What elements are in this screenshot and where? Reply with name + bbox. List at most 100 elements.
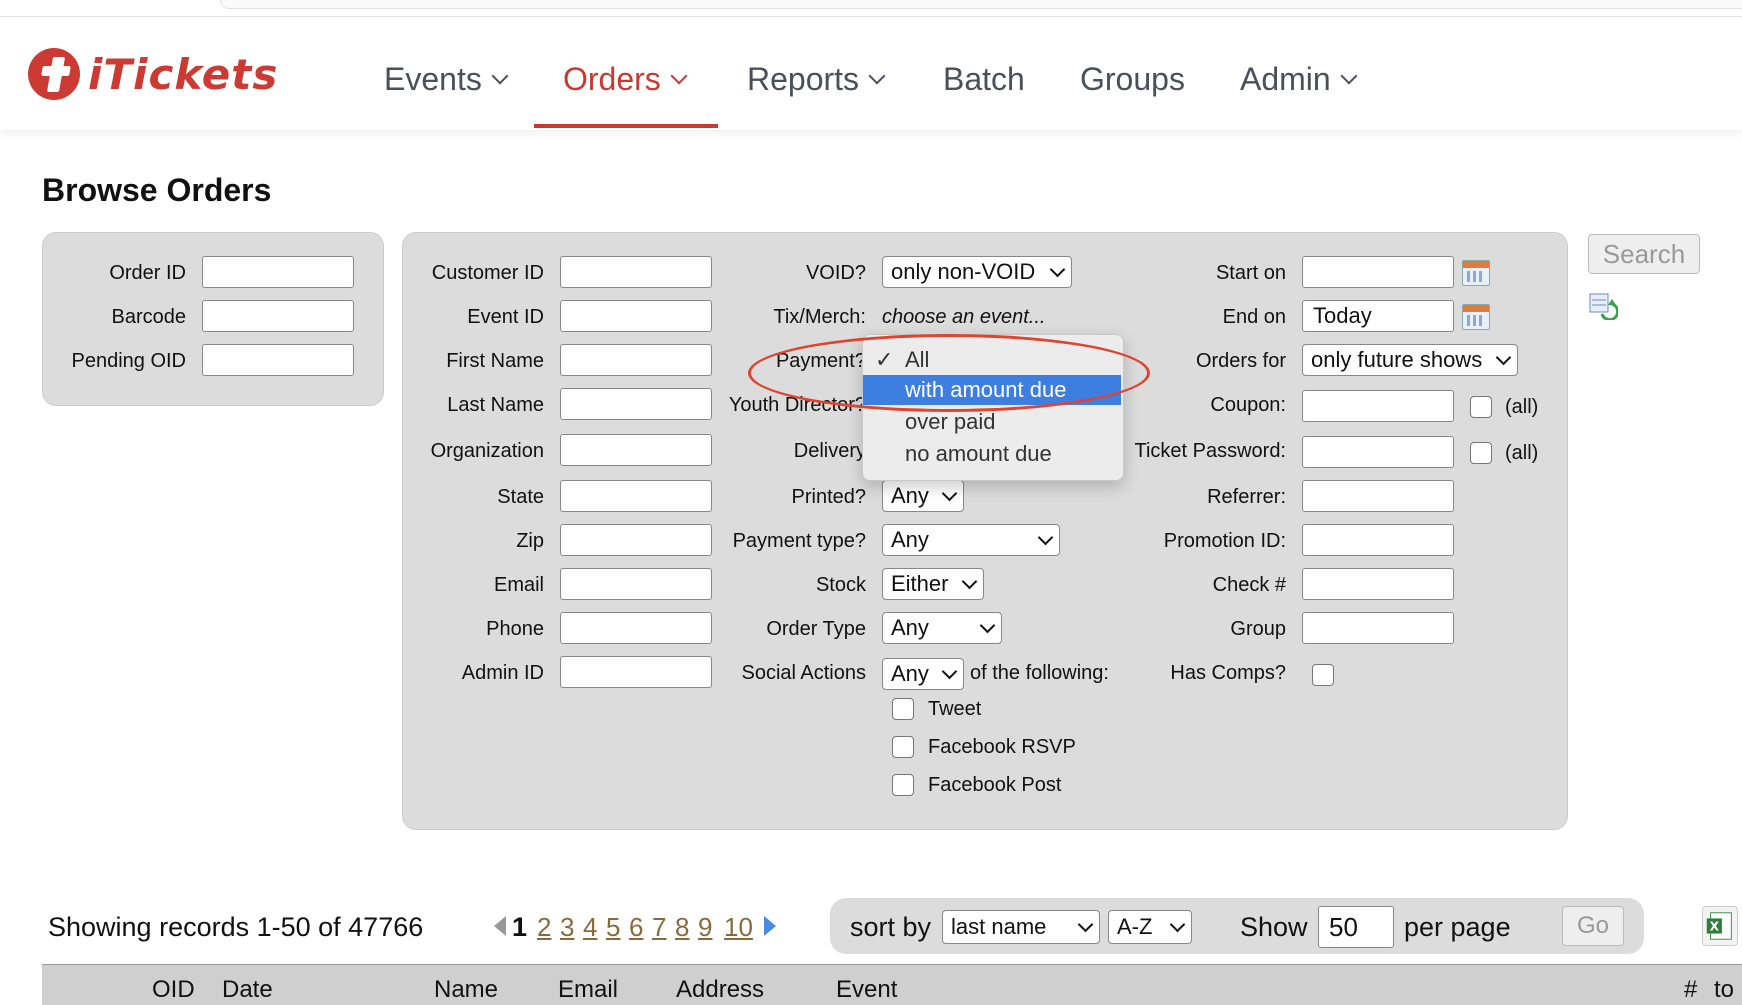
last-name-label: Last Name — [447, 394, 544, 416]
referrer-input[interactable] — [1302, 480, 1454, 512]
calendar-icon[interactable] — [1462, 304, 1490, 330]
chevron-down-icon — [979, 617, 996, 633]
per-page-input[interactable] — [1318, 906, 1394, 948]
col-header-to[interactable]: to — [1714, 976, 1734, 1004]
admin-id-label: Admin ID — [461, 662, 544, 684]
itickets-logo-icon — [28, 48, 80, 100]
start-on-input[interactable] — [1302, 256, 1454, 288]
coupon-all-label: (all) — [1505, 396, 1539, 418]
coupon-input[interactable] — [1302, 390, 1454, 422]
col-header-oid[interactable]: OID — [152, 976, 195, 1004]
coupon-label: Coupon: — [1210, 394, 1286, 416]
event-id-input[interactable] — [560, 300, 712, 332]
nav-groups[interactable]: Groups — [1080, 61, 1185, 98]
has-comps-checkbox[interactable] — [1312, 664, 1334, 686]
email-input[interactable] — [560, 568, 712, 600]
organization-label: Organization — [430, 440, 544, 462]
promotion-id-input[interactable] — [1302, 524, 1454, 556]
first-name-input[interactable] — [560, 344, 712, 376]
page-link[interactable]: 3 — [560, 912, 574, 943]
prev-page-icon[interactable] — [494, 916, 506, 936]
itickets-logo[interactable]: iTickets — [28, 47, 278, 101]
end-on-label: End on — [1222, 306, 1286, 328]
first-name-label: First Name — [446, 350, 544, 372]
promotion-id-label: Promotion ID: — [1163, 530, 1286, 552]
page-link[interactable]: 4 — [583, 912, 597, 943]
nav-events[interactable]: Events — [384, 61, 509, 98]
tix-merch-value: choose an event... — [882, 306, 1046, 328]
col-header-date[interactable]: Date — [222, 976, 273, 1004]
facebook-post-checkbox[interactable] — [892, 774, 914, 796]
last-name-input[interactable] — [560, 388, 712, 420]
ticket-password-input[interactable] — [1302, 436, 1454, 468]
page-link[interactable]: 7 — [652, 912, 666, 943]
event-id-label: Event ID — [467, 306, 544, 328]
refresh-icon[interactable] — [1588, 290, 1618, 320]
page-link[interactable]: 6 — [629, 912, 643, 943]
col-header-name[interactable]: Name — [434, 976, 498, 1004]
next-page-icon[interactable] — [764, 916, 776, 936]
go-button[interactable]: Go — [1562, 906, 1624, 946]
stock-select[interactable]: Either — [882, 568, 984, 600]
pending-oid-input[interactable] — [202, 344, 354, 376]
end-on-input[interactable] — [1302, 300, 1454, 332]
nav-reports[interactable]: Reports — [747, 61, 886, 98]
social-actions-select[interactable]: Any — [882, 658, 964, 690]
orders-for-select[interactable]: only future shows — [1302, 344, 1518, 376]
col-header-event[interactable]: Event — [836, 976, 897, 1004]
col-header-email[interactable]: Email — [558, 976, 618, 1004]
sort-direction-select[interactable]: A-Z — [1108, 910, 1192, 944]
ticket-password-all-label: (all) — [1505, 442, 1539, 464]
facebook-rsvp-checkbox[interactable] — [892, 736, 914, 758]
calendar-icon[interactable] — [1462, 260, 1490, 286]
social-actions-select-value: Any — [891, 661, 929, 686]
state-input[interactable] — [560, 480, 712, 512]
search-button[interactable]: Search — [1588, 234, 1700, 274]
group-label: Group — [1230, 618, 1286, 640]
social-actions-label: Social Actions — [741, 662, 866, 684]
chevron-down-icon — [491, 67, 509, 84]
payment-type-select[interactable]: Any — [882, 524, 1060, 556]
phone-input[interactable] — [560, 612, 712, 644]
printed-select[interactable]: Any — [882, 480, 964, 512]
chevron-down-icon — [1077, 916, 1094, 932]
barcode-input[interactable] — [202, 300, 354, 332]
top-navbar: iTickets Events Orders Reports Batch Gro… — [0, 16, 1742, 130]
payment-option-no-amount-due[interactable]: no amount due — [863, 439, 1121, 469]
nav-orders-label: Orders — [563, 61, 661, 97]
nav-batch[interactable]: Batch — [943, 61, 1025, 98]
pending-oid-label: Pending OID — [71, 350, 186, 372]
admin-id-input[interactable] — [560, 656, 712, 688]
order-id-label: Order ID — [109, 262, 186, 284]
payment-option-over-paid[interactable]: over paid — [863, 407, 1121, 437]
void-select[interactable]: only non-VOID — [882, 256, 1072, 288]
barcode-label: Barcode — [111, 306, 187, 328]
coupon-all-checkbox[interactable] — [1470, 396, 1492, 418]
sort-field-select[interactable]: last name — [942, 910, 1100, 944]
customer-id-input[interactable] — [560, 256, 712, 288]
order-type-select[interactable]: Any — [882, 612, 1002, 644]
col-header-address[interactable]: Address — [676, 976, 764, 1004]
nav-admin[interactable]: Admin — [1240, 61, 1358, 98]
nav-batch-label: Batch — [943, 61, 1025, 97]
nav-orders[interactable]: Orders — [563, 61, 688, 98]
page-link[interactable]: 9 — [698, 912, 712, 943]
col-header-count[interactable]: # — [1684, 976, 1697, 1004]
page-link[interactable]: 2 — [537, 912, 551, 943]
logo-text: iTickets — [88, 49, 279, 99]
page-link[interactable]: 10 — [724, 912, 753, 943]
zip-input[interactable] — [560, 524, 712, 556]
page-link[interactable]: 5 — [606, 912, 620, 943]
check-number-input[interactable] — [1302, 568, 1454, 600]
payment-type-label: Payment type? — [732, 530, 866, 552]
group-input[interactable] — [1302, 612, 1454, 644]
ticket-password-all-checkbox[interactable] — [1470, 442, 1492, 464]
tweet-checkbox[interactable] — [892, 698, 914, 720]
excel-export-icon[interactable]: X — [1702, 906, 1738, 946]
page-link[interactable]: 8 — [675, 912, 689, 943]
printed-select-value: Any — [891, 483, 929, 508]
sort-field-value: last name — [951, 914, 1047, 939]
order-id-input[interactable] — [202, 256, 354, 288]
organization-input[interactable] — [560, 434, 712, 466]
page-title: Browse Orders — [42, 172, 272, 208]
